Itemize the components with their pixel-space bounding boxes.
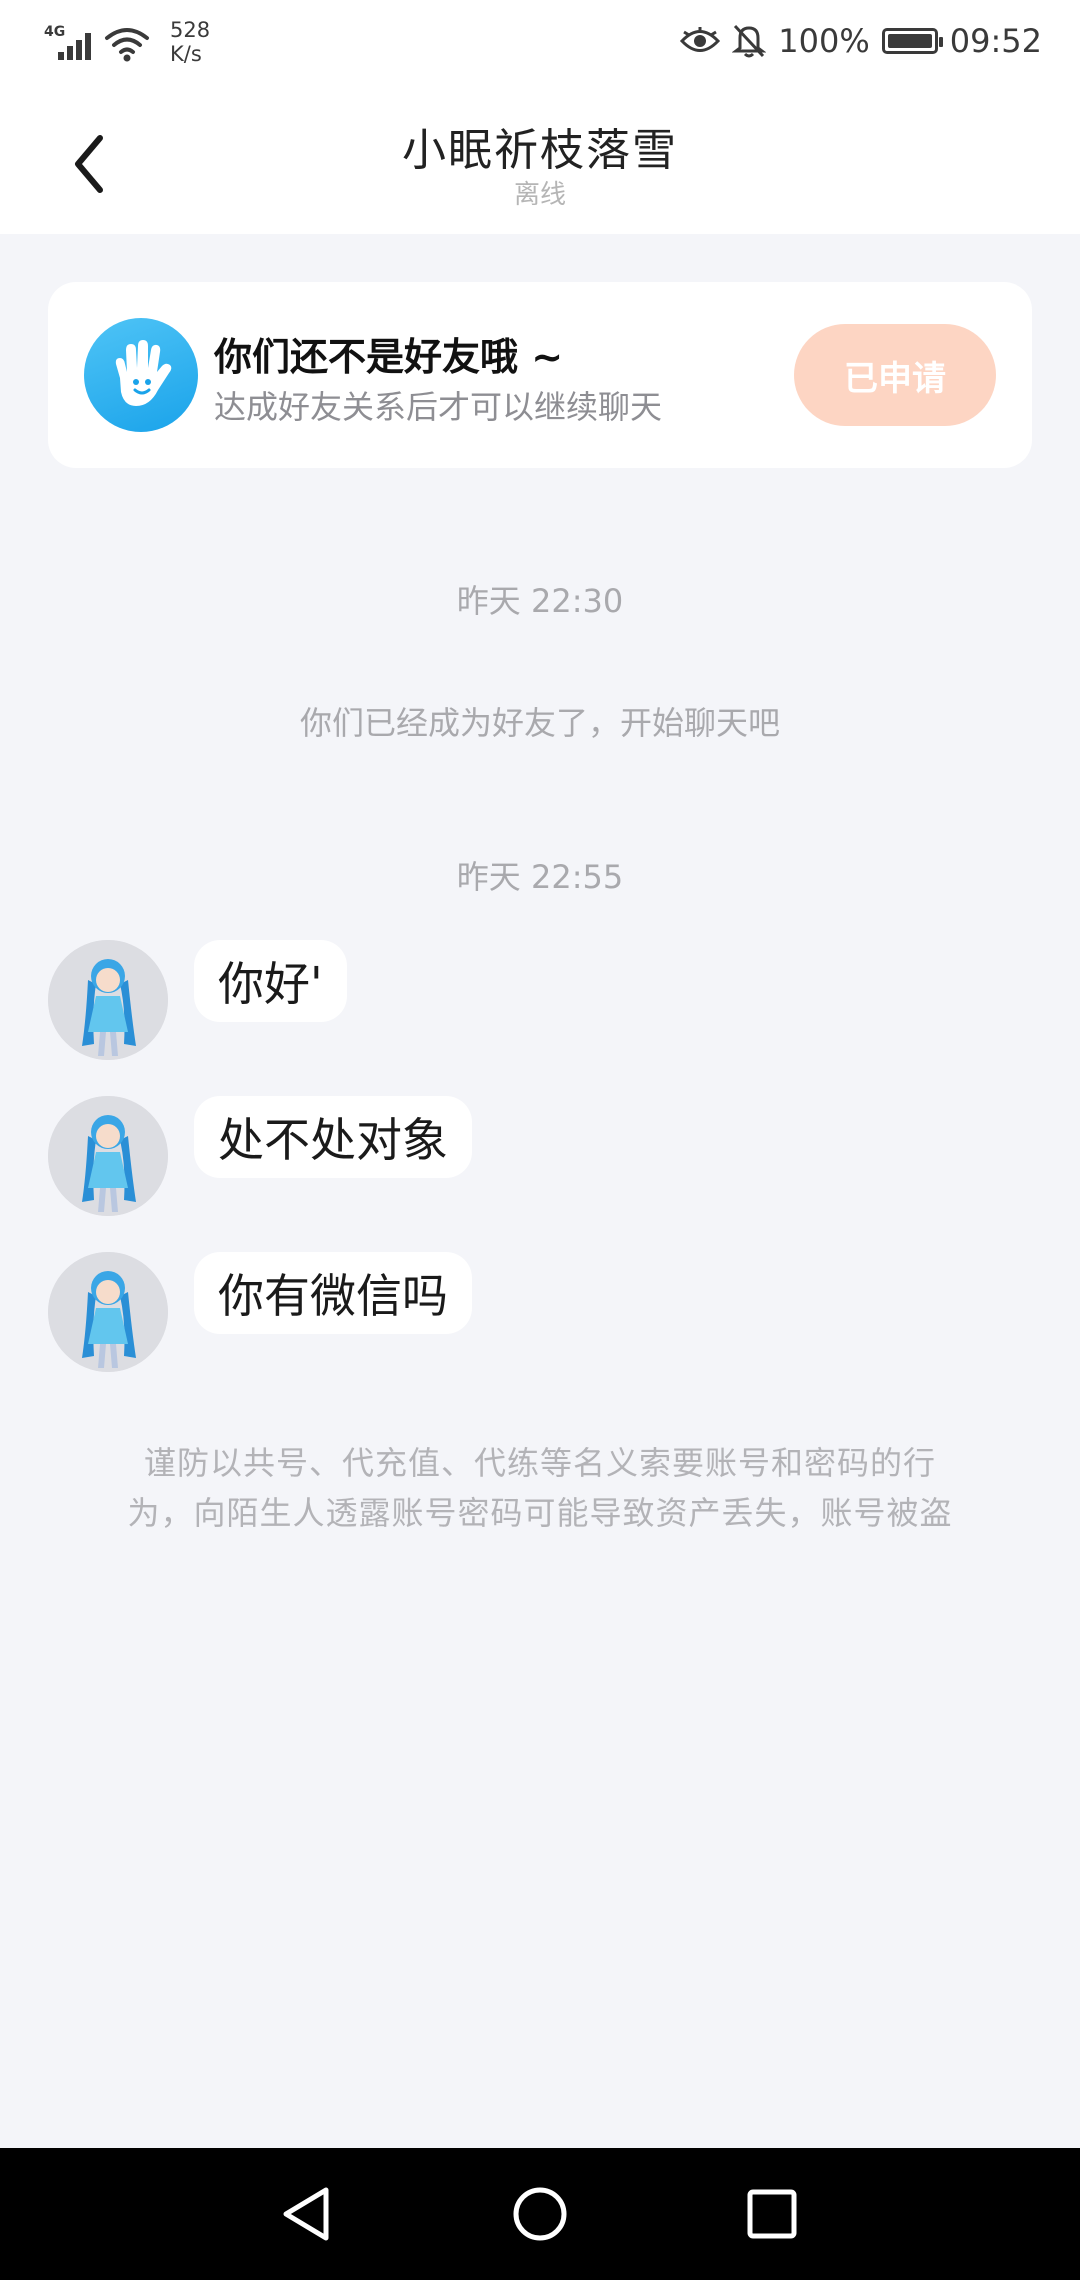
speed-value: 528 bbox=[170, 18, 211, 42]
friend-notice-card: 你们还不是好友哦 ~ 达成好友关系后才可以继续聊天 已申请 bbox=[48, 282, 1032, 468]
message-bubble[interactable]: 你好' bbox=[194, 940, 347, 1022]
back-triangle-icon[interactable] bbox=[276, 2182, 340, 2246]
system-message: 你们已经成为好友了，开始聊天吧 bbox=[299, 704, 780, 742]
network-speed: 528 K/s bbox=[170, 18, 210, 66]
message-row: 处不处对象 bbox=[48, 1096, 1028, 1216]
hand-wave-icon bbox=[84, 318, 198, 432]
anime-girl-avatar[interactable] bbox=[48, 1252, 168, 1372]
status-right: 100% 09:52 bbox=[680, 22, 1042, 60]
timestamp: 昨天 22:30 bbox=[456, 582, 624, 620]
status-left: 4G 528 K/s bbox=[44, 18, 210, 66]
battery-percent: 100% bbox=[778, 22, 870, 60]
online-status: 离线 bbox=[513, 180, 566, 210]
system-nav-bar bbox=[0, 2148, 1080, 2280]
message-row: 你有微信吗 bbox=[48, 1252, 1028, 1372]
clock: 09:52 bbox=[949, 22, 1042, 60]
chat-header: 小眠祈枝落雪 离线 bbox=[0, 92, 1080, 234]
recents-square-icon[interactable] bbox=[740, 2182, 804, 2246]
speed-unit: K/s bbox=[170, 42, 202, 66]
warning-line: 谨防以共号、代充值、代练等名义索要账号和密码的行 bbox=[143, 1444, 936, 1482]
message-bubble[interactable]: 你有微信吗 bbox=[194, 1252, 472, 1334]
message-bubble[interactable]: 处不处对象 bbox=[194, 1096, 472, 1178]
applied-button[interactable]: 已申请 bbox=[794, 324, 996, 426]
notice-description: 达成好友关系后才可以继续聊天 bbox=[214, 388, 663, 426]
anime-girl-avatar[interactable] bbox=[48, 1096, 168, 1216]
anime-girl-avatar[interactable] bbox=[48, 940, 168, 1060]
message-row: 你好' bbox=[48, 940, 1028, 1060]
battery-icon bbox=[881, 28, 943, 54]
security-warning: 谨防以共号、代充值、代练等名义索要账号和密码的行 为，向陌生人透露账号密码可能导… bbox=[80, 1438, 1000, 1538]
notice-title: 你们还不是好友哦 ~ bbox=[214, 335, 564, 379]
warning-line: 为，向陌生人透露账号密码可能导致资产丢失，账号被盗 bbox=[127, 1494, 953, 1532]
bell-off-icon bbox=[732, 24, 767, 58]
signal-icon: 4G bbox=[44, 18, 96, 64]
timestamp: 昨天 22:55 bbox=[456, 858, 624, 896]
eye-icon bbox=[680, 27, 721, 52]
chat-title: 小眠祈枝落雪 bbox=[402, 125, 678, 176]
home-circle-icon[interactable] bbox=[508, 2182, 572, 2246]
wifi-icon bbox=[105, 28, 149, 62]
status-bar: 4G 528 K/s 100% 09:52 bbox=[0, 0, 1080, 92]
